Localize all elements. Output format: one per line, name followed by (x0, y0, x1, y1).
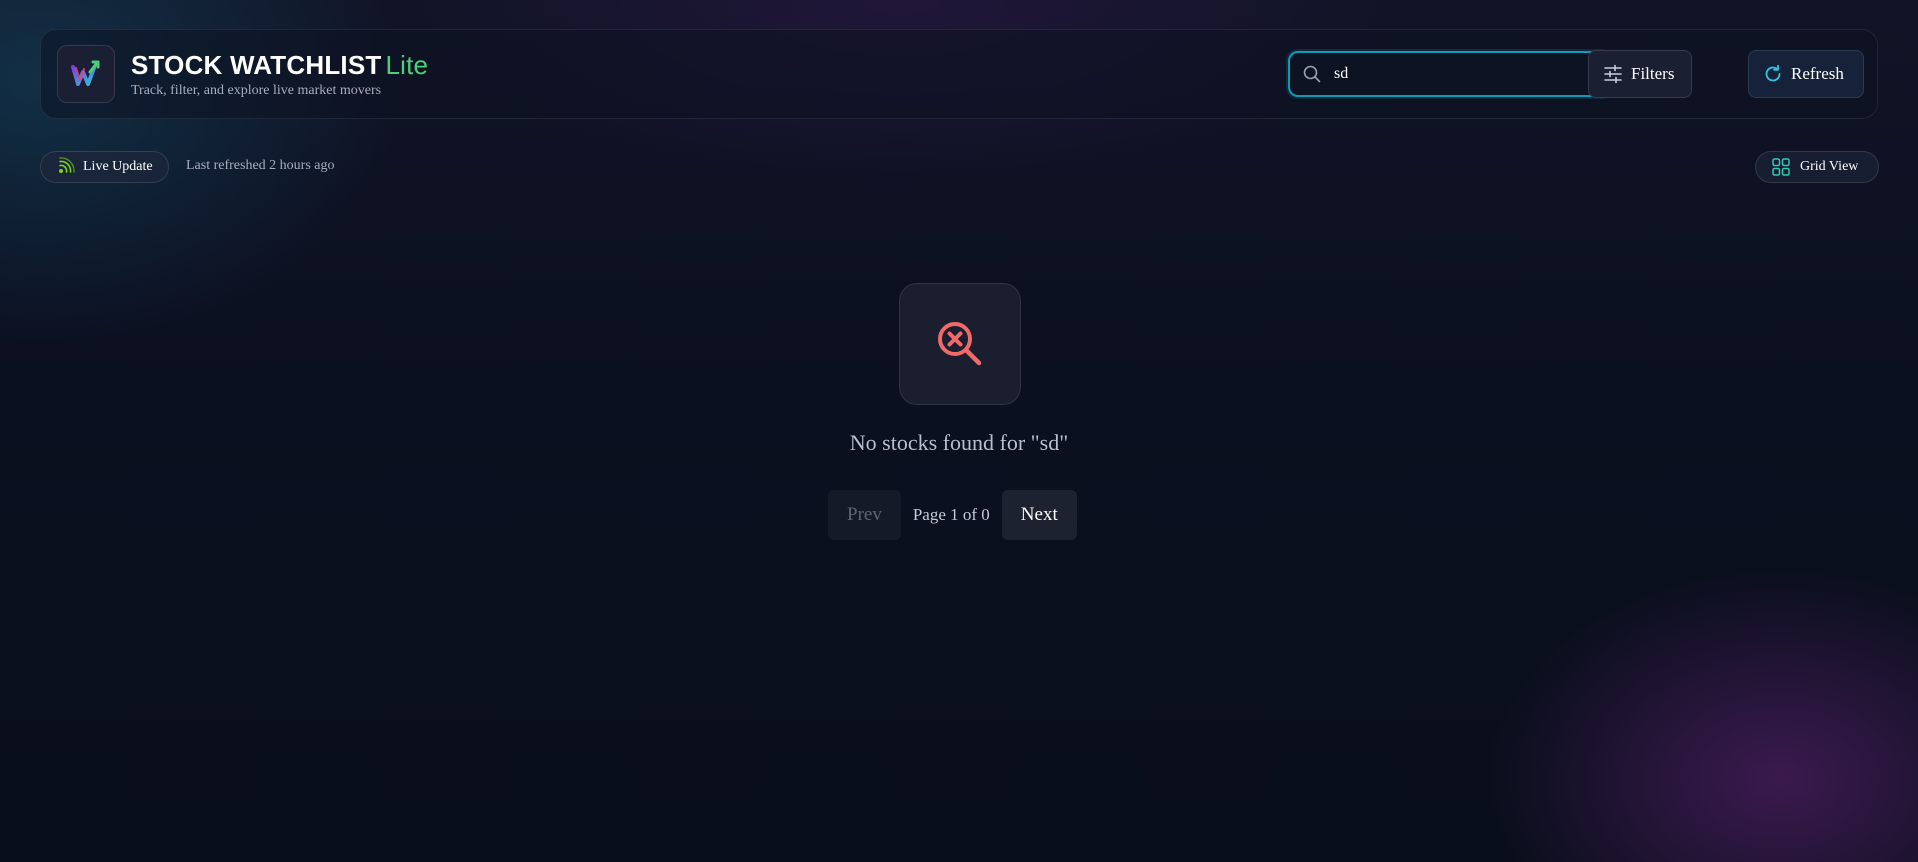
search-x-icon (938, 322, 982, 366)
w-chart-logo-icon (71, 60, 100, 86)
broadcast-icon (59, 157, 75, 173)
empty-state-icon-box (899, 283, 1021, 405)
last-refreshed-text: Last refreshed 2 hours ago (186, 158, 335, 173)
app-title: STOCK WATCHLIST Lite (131, 50, 428, 80)
title-block: STOCK WATCHLIST Lite Track, filter, and e… (131, 50, 428, 99)
search-icon (1303, 65, 1321, 83)
grid-icon (1772, 158, 1790, 176)
grid-view-label: Grid View (1800, 159, 1859, 174)
search-input[interactable] (1334, 53, 1594, 95)
refresh-label: Refresh (1791, 64, 1844, 83)
search-box[interactable] (1288, 51, 1612, 97)
refresh-button[interactable]: Refresh (1748, 50, 1864, 98)
filters-button[interactable]: Filters (1588, 50, 1692, 98)
live-update-badge: Live Update (40, 151, 169, 183)
app-subtitle: Track, filter, and explore live market m… (131, 83, 382, 98)
next-page-button[interactable]: Next (1001, 490, 1077, 540)
app-title-suffix: Lite (385, 50, 429, 80)
grid-view-toggle[interactable]: Grid View (1755, 151, 1879, 183)
page-info: Page 1 of 0 (912, 505, 990, 524)
prev-page-button[interactable]: Prev (828, 490, 901, 540)
sliders-icon (1604, 64, 1622, 84)
filters-label: Filters (1631, 64, 1675, 83)
refresh-icon (1765, 64, 1781, 82)
pagination: Prev Page 1 of 0 Next (828, 490, 1077, 540)
live-update-label: Live Update (83, 159, 153, 174)
empty-state-message: No stocks found for "sd" (849, 430, 1069, 455)
app-title-text: STOCK WATCHLIST (131, 50, 382, 80)
app-logo (57, 45, 115, 103)
